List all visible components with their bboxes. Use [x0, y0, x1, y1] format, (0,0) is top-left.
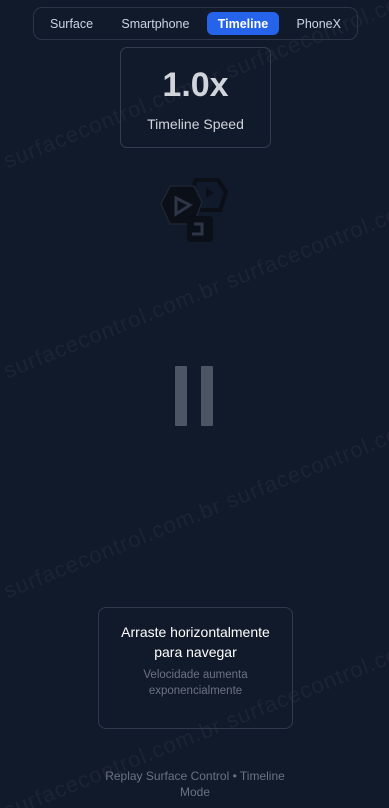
- tab-surface[interactable]: Surface: [39, 12, 104, 35]
- pause-button[interactable]: [175, 366, 215, 426]
- watermark-text: surfacecontrol.com.br surfacecontrol.com…: [0, 403, 389, 604]
- tab-phonex[interactable]: PhoneX: [285, 12, 351, 35]
- hint-subtitle: Velocidade aumenta exponencialmente: [143, 669, 248, 697]
- speed-value: 1.0x: [162, 66, 229, 104]
- navigation-hint-card: Arraste horizontalmente para navegar Vel…: [98, 607, 293, 729]
- app-screen: surfacecontrol.com.br surfacecontrol.com…: [0, 0, 389, 808]
- footer-text: Replay Surface Control • Timeline Mode: [105, 769, 285, 799]
- pause-bar-right: [201, 366, 213, 426]
- mode-tab-bar: Surface Smartphone Timeline PhoneX: [33, 7, 358, 40]
- replay-logo-icon: [156, 178, 229, 244]
- timeline-speed-card: 1.0x Timeline Speed: [120, 47, 271, 148]
- pause-bar-left: [175, 366, 187, 426]
- speed-label: Timeline Speed: [147, 116, 244, 132]
- tab-timeline[interactable]: Timeline: [206, 12, 280, 35]
- hint-title: Arraste horizontalmente para navegar: [121, 624, 270, 660]
- tab-smartphone[interactable]: Smartphone: [110, 12, 200, 35]
